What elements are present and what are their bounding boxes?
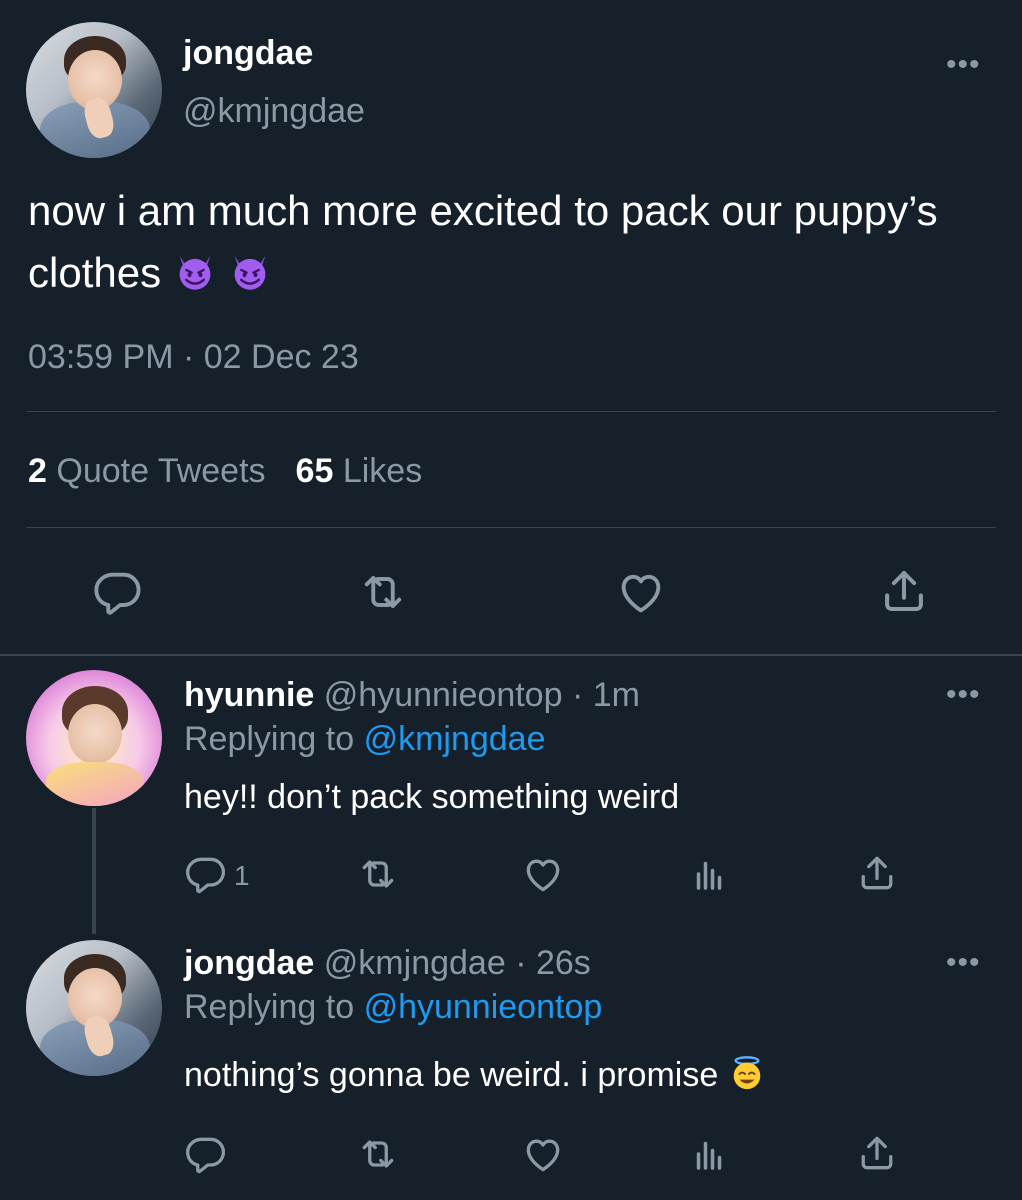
like-icon xyxy=(520,852,566,896)
share-icon xyxy=(855,1130,899,1176)
share-button[interactable] xyxy=(877,564,931,618)
share-icon xyxy=(877,564,931,618)
like-button[interactable] xyxy=(520,852,566,896)
reply-text: hey!! don’t pack something weird xyxy=(184,778,680,816)
analytics-icon xyxy=(688,852,730,896)
replying-to-line: Replying to @hyunnieontop xyxy=(184,988,603,1026)
reply-button[interactable] xyxy=(92,566,144,618)
reply-button[interactable] xyxy=(184,1132,228,1176)
retweet-button[interactable] xyxy=(354,1132,402,1176)
reply-author-name[interactable]: hyunnie xyxy=(184,676,314,714)
reply-author-avatar[interactable] xyxy=(26,670,162,806)
quote-tweets-stat[interactable]: 2 Quote Tweets xyxy=(28,452,266,490)
reply-author-line: jongdae @kmjngdae · 26s xyxy=(184,944,591,983)
author-avatar[interactable] xyxy=(26,22,162,158)
reply-icon xyxy=(92,566,144,618)
like-button[interactable] xyxy=(520,1132,566,1176)
reply-author-line: hyunnie @hyunnieontop · 1m xyxy=(184,676,640,715)
reply-count: 1 xyxy=(234,860,250,891)
retweet-icon xyxy=(354,852,402,896)
engagement-stats: 2 Quote Tweets 65 Likes xyxy=(28,452,422,491)
more-icon[interactable]: ••• xyxy=(946,680,981,710)
share-button[interactable] xyxy=(855,1130,899,1176)
tweet-text: now i am much more excited to pack our p… xyxy=(28,187,938,296)
share-icon xyxy=(855,850,899,896)
retweet-icon xyxy=(355,566,411,618)
replying-to-line: Replying to @kmjngdae xyxy=(184,720,546,758)
reply-author-handle[interactable]: @kmjngdae xyxy=(324,944,506,982)
analytics-icon xyxy=(688,1132,730,1176)
thread-connector xyxy=(92,808,96,934)
tweet-timestamp[interactable]: 03:59 PM · 02 Dec 23 xyxy=(28,338,359,377)
reply-button[interactable] xyxy=(184,852,228,896)
divider xyxy=(26,527,996,528)
reply-text: nothing’s gonna be weird. i promise xyxy=(184,1056,719,1094)
share-button[interactable] xyxy=(855,850,899,896)
reply-text-block: nothing’s gonna be weird. i promise xyxy=(184,1054,766,1095)
likes-stat[interactable]: 65 Likes xyxy=(296,452,423,490)
like-icon xyxy=(614,566,668,618)
like-icon xyxy=(520,1132,566,1176)
more-icon[interactable]: ••• xyxy=(946,50,981,80)
author-name[interactable]: jongdae xyxy=(183,34,313,73)
retweet-button[interactable] xyxy=(355,566,411,618)
reply-icon xyxy=(184,852,228,896)
mention-link[interactable]: @hyunnieontop xyxy=(364,988,603,1026)
retweet-button[interactable] xyxy=(354,852,402,896)
smiling-devil-icon xyxy=(228,249,272,293)
analytics-button[interactable] xyxy=(688,852,730,896)
tweet-detail-screen: jongdae @kmjngdae ••• now i am much more… xyxy=(0,0,1022,1200)
reply-icon xyxy=(184,1132,228,1176)
divider xyxy=(26,411,996,412)
retweet-icon xyxy=(354,1132,402,1176)
analytics-button[interactable] xyxy=(688,1132,730,1176)
more-icon[interactable]: ••• xyxy=(946,948,981,978)
reply-time: · 26s xyxy=(515,944,591,982)
like-button[interactable] xyxy=(614,566,668,618)
author-handle[interactable]: @kmjngdae xyxy=(183,92,365,131)
smiling-devil-icon xyxy=(173,249,217,293)
reply-author-name[interactable]: jongdae xyxy=(184,944,314,982)
halo-smile-icon xyxy=(728,1054,766,1092)
reply-time: · 1m xyxy=(571,676,640,714)
mention-link[interactable]: @kmjngdae xyxy=(364,720,546,758)
divider xyxy=(0,654,1022,656)
reply-author-handle[interactable]: @hyunnieontop xyxy=(324,676,563,714)
tweet-text-block: now i am much more excited to pack our p… xyxy=(28,180,988,304)
reply-author-avatar[interactable] xyxy=(26,940,162,1076)
